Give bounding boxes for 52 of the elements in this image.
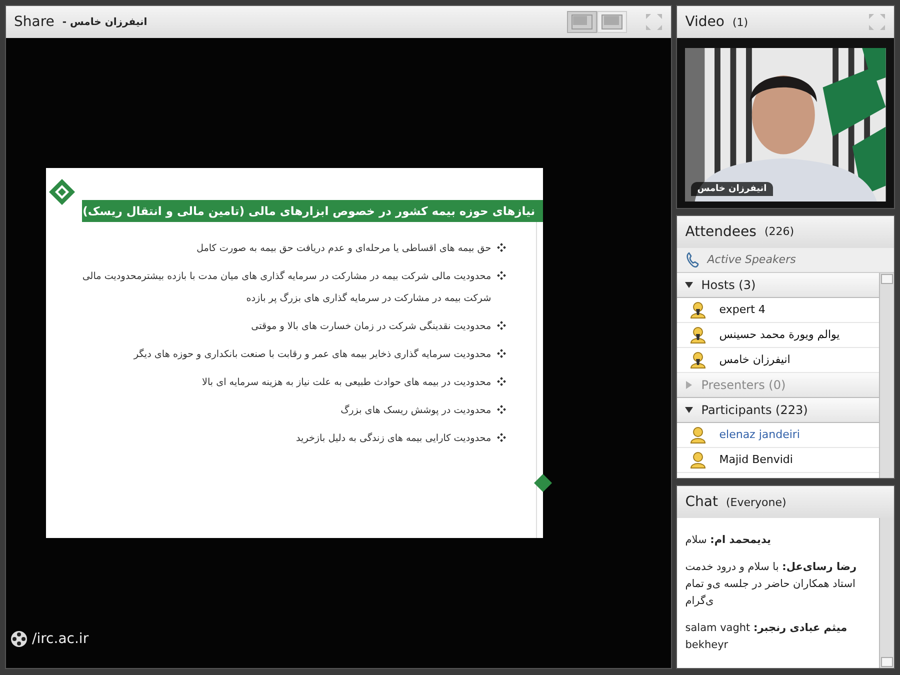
pod-title: Attendees	[685, 224, 756, 240]
bullet-icon	[497, 243, 506, 252]
caret-icon	[685, 380, 694, 388]
slide-bullet-text: حق بیمه های اقساطی یا مرحله‌ای و عدم دریافت حق بیمه به صورت کامل	[196, 242, 492, 256]
diamond-icon	[534, 474, 552, 492]
fullscreen-icon[interactable]	[868, 13, 886, 31]
slide-bullet-text: محدودیت نقدینگی شرکت در زمان خسارت های بالا و موقتی	[251, 320, 492, 334]
layout-button[interactable]	[597, 11, 628, 33]
attendee-name[interactable]: انیفرزان خامس	[719, 353, 790, 366]
bullet-icon	[497, 433, 506, 442]
bullet-icon	[497, 271, 506, 280]
bullet-icon	[497, 321, 506, 330]
slide-bullet-text: محدودیت کارایی بیمه های زندگی به دلیل بازخرید	[296, 432, 492, 446]
pod-title: Share	[14, 14, 54, 30]
caret-icon	[685, 406, 694, 414]
fullscreen-icon[interactable]	[645, 13, 664, 31]
pod-title: Chat	[685, 494, 718, 510]
group-header[interactable]: Participants (223)	[677, 398, 879, 422]
bullet-icon	[497, 377, 506, 386]
group-header[interactable]: Hosts (3)	[677, 272, 879, 298]
slide-bullet-text: محدودیت مالی شرکت بیمه در مشارکت در سرمایه گذاری های میان مدت با بازده بیشترمحدودیت مالی شرکت بیمه در مشارکت در سرمایه گذاری های بزرگ پر بازده	[82, 270, 492, 306]
website-address: /irc.ac.ir	[32, 631, 89, 647]
attendee-name[interactable]: Majid Benvidi	[719, 453, 793, 466]
attendee-name[interactable]: expert 4	[719, 303, 766, 316]
scrollbar-thumb[interactable]	[881, 274, 893, 284]
slide-title: نیازهای حوزه بیمه کشور در خصوص ابزارهای مالی (تامین مالی و انتقال ریسک)	[82, 200, 544, 222]
scrollbar-thumb[interactable]	[881, 657, 893, 667]
caret-icon	[685, 280, 694, 288]
video-count: (1)	[732, 16, 748, 28]
slide-bullet-text: محدودیت در بیمه های حوادث طبیعی به علت نیاز به هزینه سرمایه ای بالا	[202, 376, 492, 390]
attendee-count: (226)	[764, 225, 794, 238]
layout-button[interactable]	[567, 11, 598, 33]
presenter-name: - انیفرزان خامس	[62, 16, 148, 28]
active-speakers-label: Active Speakers	[707, 253, 796, 266]
slide-bullet-text: محدودیت در پوشش ریسک های بزرگ	[340, 404, 492, 418]
attendee-name[interactable]: elenaz jandeiri	[719, 428, 800, 441]
video-caption: انیفرزان خامس	[691, 182, 773, 196]
phone-icon	[685, 252, 702, 268]
bullet-icon	[497, 405, 506, 414]
host-user-icon	[689, 350, 708, 368]
host-user-icon	[689, 326, 708, 344]
bullet-icon	[497, 349, 506, 358]
user-icon	[689, 450, 708, 468]
chat-message: رضا رسای‌عل: با سلام و درود خدمت استاد همکاران حاضر در جلسه ی‌و تمام ی‌گرام	[685, 560, 858, 609]
slide-bullet-text: محدودیت سرمایه گذاری ذخایر بیمه های عمر و رقابت با صنعت بانکداری و حوزه های دیگر	[134, 348, 492, 362]
attendee-name[interactable]: یوالم ویورة محمد حسینس	[719, 328, 840, 341]
host-user-icon	[689, 300, 708, 318]
pod-title: Video	[685, 14, 724, 30]
chat-message: یدیمحمد ام: سلام	[685, 533, 772, 548]
film-reel-icon	[10, 630, 28, 648]
user-icon	[689, 426, 708, 444]
chat-audience: (Everyone)	[726, 496, 786, 508]
